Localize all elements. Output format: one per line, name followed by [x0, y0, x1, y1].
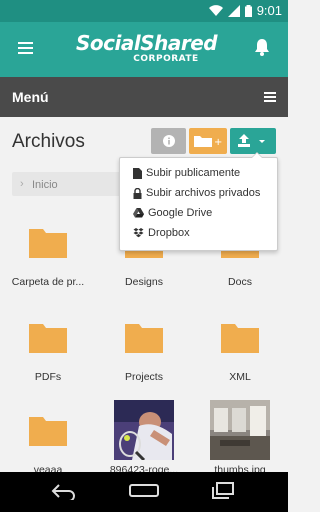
breadcrumb-separator: › [20, 178, 24, 190]
folder-icon [29, 324, 67, 353]
lock-icon [133, 187, 142, 199]
logo-main-text: SocialShared [76, 31, 218, 55]
file-name: Projects [125, 371, 163, 383]
app-logo: SocialShared CORPORATE [76, 31, 218, 64]
svg-text:+: + [214, 137, 222, 148]
google-drive-icon [133, 208, 144, 218]
menu-item-dropbox[interactable]: Dropbox [133, 225, 190, 241]
menu-toggle-icon[interactable] [264, 92, 276, 104]
back-icon[interactable] [51, 482, 77, 500]
tennis-photo-thumbnail [114, 400, 174, 460]
info-icon [162, 135, 175, 147]
menu-hamburger-icon[interactable] [18, 42, 33, 54]
upload-button[interactable] [230, 128, 276, 154]
status-time: 9:01 [256, 3, 282, 18]
interior-photo-thumbnail [210, 400, 270, 460]
menu-item-upload-public[interactable]: Subir publicamente [133, 165, 240, 181]
menu-item-label: Subir archivos privados [146, 187, 261, 199]
status-bar: 9:01 [0, 0, 288, 22]
recent-apps-icon[interactable] [210, 482, 236, 500]
file-item[interactable]: XML [201, 321, 279, 383]
app-header: SocialShared CORPORATE [0, 22, 288, 77]
folder-icon [125, 324, 163, 353]
logo-sub-text: CORPORATE [133, 54, 199, 64]
breadcrumb[interactable]: › Inicio [12, 172, 132, 196]
folder-icon [221, 324, 259, 353]
file-item[interactable]: Projects [105, 321, 183, 383]
file-item[interactable]: PDFs [9, 321, 87, 383]
page-title: Archivos [12, 131, 85, 152]
file-name: PDFs [34, 371, 62, 383]
breadcrumb-home[interactable]: Inicio [32, 179, 58, 191]
file-name: Carpeta de pr... [11, 276, 85, 288]
signal-icon [227, 4, 240, 17]
home-icon[interactable] [129, 482, 159, 500]
new-folder-button[interactable]: + [189, 128, 227, 154]
menu-item-label: Google Drive [148, 207, 213, 219]
info-button[interactable] [151, 128, 186, 154]
menu-item-google-drive[interactable]: Google Drive [133, 205, 212, 221]
dropbox-icon [133, 228, 144, 238]
file-name: XML [229, 371, 251, 383]
system-navigation-bar [0, 472, 288, 512]
menu-item-upload-private[interactable]: Subir archivos privados [133, 185, 260, 201]
bell-icon[interactable] [254, 38, 270, 56]
wifi-icon [208, 4, 223, 16]
upload-dropdown-menu: Subir publicamente Subir archivos privad… [119, 152, 278, 251]
file-name: Designs [125, 276, 163, 288]
folder-icon [29, 229, 67, 258]
file-name: Docs [228, 276, 252, 288]
menu-item-label: Dropbox [148, 227, 190, 239]
file-item[interactable]: veaaa [9, 414, 87, 476]
file-item[interactable]: Carpeta de pr... [9, 226, 87, 288]
file-icon [133, 167, 142, 179]
menu-item-label: Subir publicamente [146, 167, 241, 179]
battery-icon [244, 4, 252, 17]
menu-label: Menú [12, 89, 49, 105]
folder-plus-icon: + [194, 136, 222, 148]
menu-bar[interactable]: Menú [0, 77, 288, 117]
upload-icon [238, 134, 265, 147]
folder-icon [29, 417, 67, 446]
